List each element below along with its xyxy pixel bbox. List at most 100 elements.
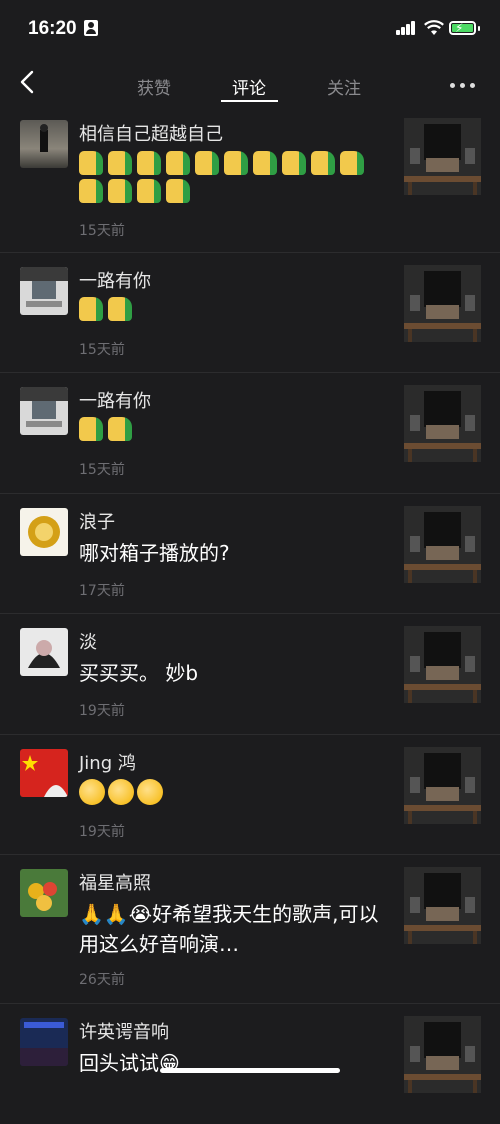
back-icon[interactable] [14,68,42,96]
commenter-name[interactable]: 淡 [79,628,97,654]
comment-time: 19天前 [79,703,125,719]
speaker-setup-image [404,1016,481,1093]
commenter-name[interactable]: 福星高照 [79,869,151,895]
thumbs-up-icon [166,151,192,177]
thumbs-up-icon [108,179,134,205]
comment-item[interactable]: 浪子 哪对箱子播放的? 17天前 [0,494,500,614]
avatar[interactable] [20,508,68,556]
tab-follows[interactable]: 关注 [327,74,361,99]
thumbs-up-icon [108,297,134,323]
thumbs-up-icon [79,151,105,177]
avatar-room-image [20,387,68,427]
comment-item[interactable]: 相信自己超越自己 15天前 [0,106,500,253]
speaker-setup-image [404,747,481,824]
comment-item[interactable]: 福星高照 🙏🙏😭好希望我天生的歌声,可以用这么好音响演… 26天前 [0,855,500,1004]
avatar-studio-image [20,1022,68,1066]
comment-time: 26天前 [79,972,125,988]
commenter-name[interactable]: 浪子 [79,508,115,534]
status-bar: 16:20 ⚡ [0,0,500,56]
avatar-golden-dragon [28,516,60,548]
comment-content: 哪对箱子播放的? [79,541,230,565]
home-indicator[interactable] [160,1068,340,1073]
tab-likes[interactable]: 获赞 [137,74,171,99]
comment-list: 相信自己超越自己 15天前 一路有你 15天前 一路有你 15天前 浪子 哪对箱… [0,106,500,1124]
clock: 16:20 [28,18,77,39]
avatar[interactable] [20,1018,68,1066]
avatar[interactable] [20,120,68,168]
comment-content [79,297,379,325]
avatar-room-image [20,267,68,307]
avatar-person-figure [40,124,48,152]
emoji-row [79,779,379,807]
commenter-name[interactable]: 一路有你 [79,267,151,293]
active-tab-indicator [221,100,278,102]
thumbs-up-icon [340,151,366,177]
comment-content: 🙏🙏😭好希望我天生的歌声,可以用这么好音响演… [79,902,379,956]
avatar[interactable] [20,387,68,435]
tab-comments[interactable]: 评论 [232,74,266,99]
thumbs-up-icon [79,417,105,443]
comment-item[interactable]: 一路有你 15天前 [0,373,500,494]
comment-time: 15天前 [79,223,125,239]
emoji-row [79,151,379,207]
thumbs-up-icon [79,179,105,205]
post-thumbnail[interactable] [404,867,481,944]
avatar[interactable] [20,869,68,917]
avatar-flag-image [22,755,68,797]
emoji-row [79,297,379,325]
thumbs-up-icon [195,151,221,177]
thumbs-up-icon [224,151,250,177]
post-thumbnail[interactable] [404,1016,481,1093]
smile-666-face-icon [79,779,105,805]
speaker-setup-image [404,385,481,462]
thumbs-up-icon [108,151,134,177]
speaker-setup-image [404,118,481,195]
signal-icon [396,21,416,35]
comment-time: 15天前 [79,462,125,478]
commenter-name[interactable]: 一路有你 [79,387,151,413]
commenter-name[interactable]: 许英谔音响 [79,1018,169,1044]
post-thumbnail[interactable] [404,506,481,583]
commenter-name[interactable]: 相信自己超越自己 [79,120,223,146]
battery-cap [478,26,480,31]
top-nav: 获赞 评论 关注 [0,56,500,106]
more-icon[interactable] [450,83,478,89]
speaker-setup-image [404,867,481,944]
post-thumbnail[interactable] [404,385,481,462]
comment-time: 15天前 [79,342,125,358]
charging-icon: ⚡ [455,21,464,35]
comment-item[interactable]: 一路有你 15天前 [0,253,500,373]
avatar[interactable] [20,267,68,315]
person-icon [84,20,98,36]
avatar-portrait [28,640,60,668]
avatar[interactable] [20,628,68,676]
post-thumbnail[interactable] [404,626,481,703]
comment-content [79,151,379,207]
comment-time: 17天前 [79,583,125,599]
smile-666-face-icon [137,779,163,805]
emoji-row [79,417,379,445]
thumbs-up-icon [282,151,308,177]
comment-content: 买买买。 妙b [79,661,199,685]
comment-time: 19天前 [79,824,125,840]
post-thumbnail[interactable] [404,265,481,342]
avatar[interactable] [20,749,68,797]
thumbs-up-icon [166,179,192,205]
comment-item[interactable]: 淡 买买买。 妙b 19天前 [0,614,500,735]
post-thumbnail[interactable] [404,118,481,195]
thumbs-up-icon [253,151,279,177]
thumbs-up-icon [137,179,163,205]
speaker-setup-image [404,626,481,703]
post-thumbnail[interactable] [404,747,481,824]
comment-item[interactable]: 许英谔音响 回头试试😁 [0,1004,500,1124]
thumbs-up-icon [108,417,134,443]
comment-content [79,417,379,445]
wifi-icon [424,20,444,35]
commenter-name[interactable]: Jing 鸿 [79,749,136,775]
avatar-fruit-image [28,882,57,911]
speaker-setup-image [404,506,481,583]
comment-content [79,779,379,807]
thumbs-up-icon [137,151,163,177]
comment-item[interactable]: Jing 鸿 19天前 [0,735,500,855]
smile-666-face-icon [108,779,134,805]
